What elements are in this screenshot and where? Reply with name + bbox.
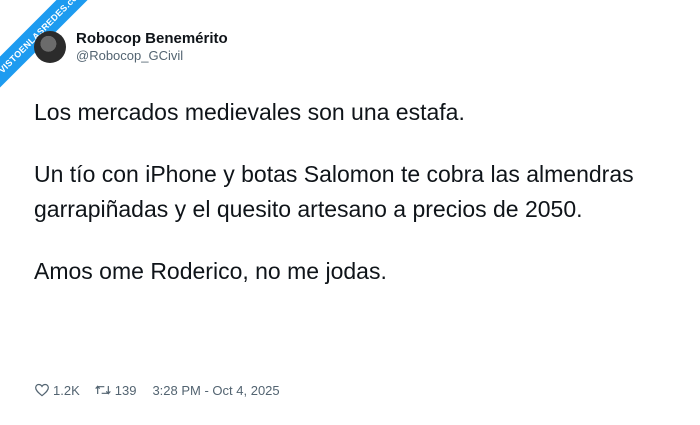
like-count: 1.2K: [53, 382, 80, 398]
tweet-paragraph: Un tío con iPhone y botas Salomon te cob…: [34, 161, 634, 222]
tweet-footer: 1.2K 139 3:28 PM - Oct 4, 2025: [34, 382, 280, 398]
like-stat[interactable]: 1.2K: [34, 382, 80, 398]
tweet-paragraph: Amos ome Roderico, no me jodas.: [34, 258, 387, 284]
avatar[interactable]: [34, 30, 66, 63]
tweet-timestamp[interactable]: 3:28 PM - Oct 4, 2025: [152, 383, 279, 398]
author-display-name[interactable]: Robocop Benemérito: [76, 30, 228, 48]
retweet-icon: [94, 385, 111, 395]
author-names: Robocop Benemérito @Robocop_GCivil: [76, 30, 228, 64]
tweet-header: Robocop Benemérito @Robocop_GCivil: [34, 30, 228, 64]
heart-icon: [35, 383, 49, 397]
author-handle[interactable]: @Robocop_GCivil: [76, 48, 228, 64]
retweet-count: 139: [114, 382, 137, 398]
tweet-body: Los mercados medievales son una estafa. …: [34, 95, 654, 289]
retweet-stat[interactable]: 139: [94, 382, 137, 398]
tweet-paragraph: Los mercados medievales son una estafa.: [34, 99, 465, 125]
